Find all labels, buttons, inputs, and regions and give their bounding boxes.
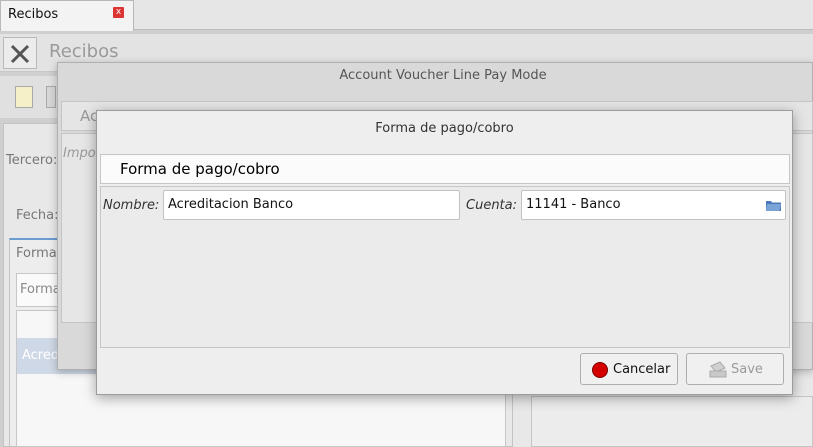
tools-button[interactable]	[3, 37, 37, 69]
nombre-field[interactable]: Acreditacion Banco	[163, 190, 460, 220]
save-icon	[709, 361, 727, 378]
right-subpanel	[531, 396, 813, 447]
forma-field-placeholder: Forma	[20, 282, 61, 297]
forma-tab-label[interactable]: Forma	[16, 246, 57, 261]
main-title: Recibos	[49, 41, 119, 62]
form-heading: Forma de pago/cobro	[120, 160, 280, 178]
nombre-label: Nombre:	[103, 198, 160, 213]
list-item-label: Acred	[22, 348, 60, 363]
cancel-button-label: Cancelar	[613, 362, 671, 377]
new-record-icon[interactable]	[15, 86, 33, 108]
pay-mode-dialog-title: Account Voucher Line Pay Mode	[339, 68, 547, 83]
cuenta-label: Cuenta:	[466, 198, 517, 213]
save-button-label: Save	[731, 362, 763, 377]
pay-mode-body-label: Impo	[63, 146, 96, 161]
close-icon[interactable]: x	[113, 7, 124, 18]
stop-icon	[592, 362, 608, 378]
tab-label: Recibos	[8, 7, 59, 22]
tools-icon	[10, 44, 30, 64]
fecha-label: Fecha:	[16, 208, 59, 223]
cuenta-field[interactable]: 11141 - Banco	[521, 190, 786, 220]
dialog-title: Forma de pago/cobro	[375, 121, 514, 136]
edit-record-icon[interactable]	[46, 86, 56, 108]
folder-icon[interactable]	[766, 199, 781, 211]
tercero-label: Tercero:	[6, 153, 58, 168]
